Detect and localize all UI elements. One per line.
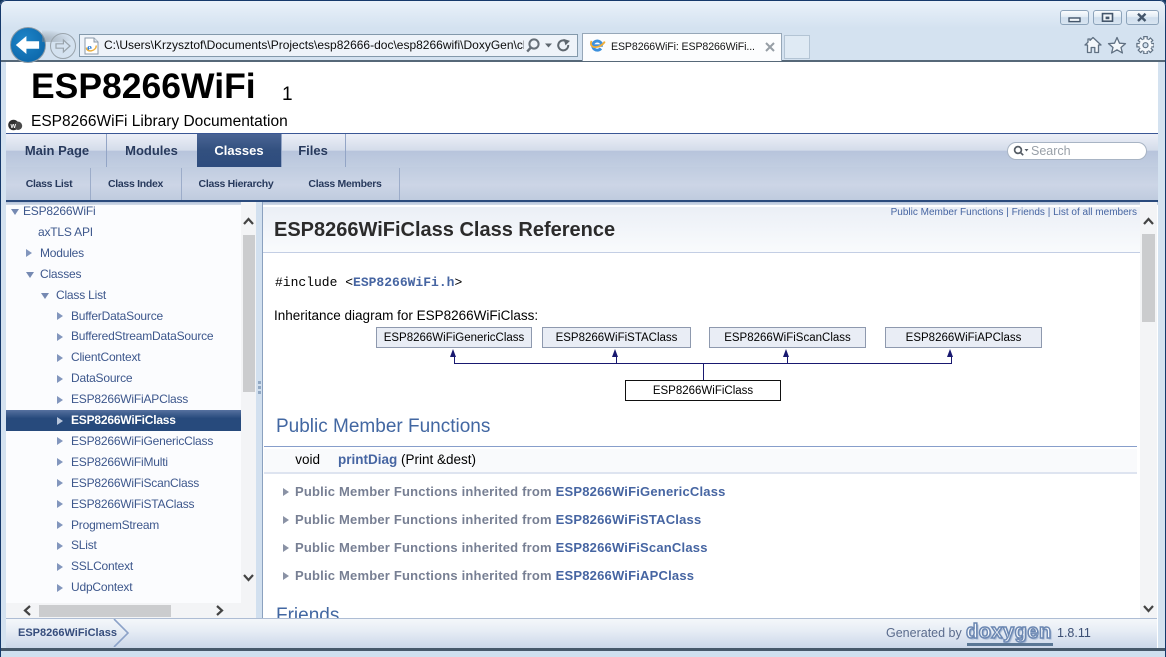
svg-text:w: w <box>10 123 17 130</box>
svg-text:e: e <box>87 42 92 54</box>
